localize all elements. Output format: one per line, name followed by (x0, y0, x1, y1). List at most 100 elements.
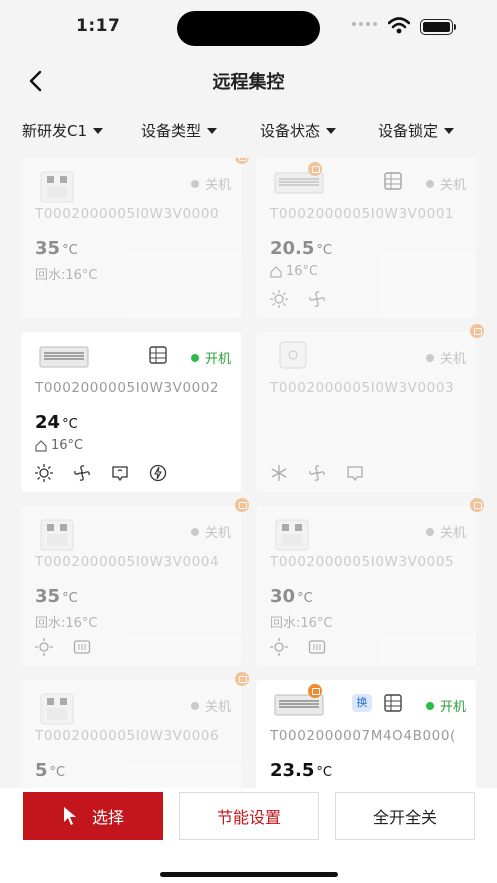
select-button[interactable]: 选择 (23, 792, 163, 840)
ac-unit-icon (39, 346, 89, 368)
fan-mode-icon[interactable] (73, 464, 91, 482)
device-id: T0002000007M4O4B000( (270, 728, 456, 744)
return-water-temp: 回水:16°C (35, 616, 98, 631)
device-id: T0002000005I0W3V0003 (270, 380, 455, 396)
status-bar: 1:17 (0, 0, 497, 56)
energy-settings-button[interactable]: 节能设置 (179, 792, 319, 840)
device-id: T0002000005I0W3V0002 (35, 380, 220, 396)
lock-badge-icon (235, 498, 249, 512)
device-id: T0002000005I0W3V0005 (270, 554, 455, 570)
device-temperature: 30 °C (270, 586, 313, 607)
device-id: T0002000005I0W3V0004 (35, 554, 220, 570)
filter-device-status[interactable]: 设备状态 (260, 120, 337, 141)
device-card[interactable]: 关机 T0002000005I0W3V0005 30 °C 回水:16°C (256, 498, 484, 666)
nav-bar: 远程集控 (0, 56, 497, 106)
device-temperature: 35 °C (35, 238, 78, 259)
filter-device-type[interactable]: 设备类型 (141, 120, 218, 141)
device-card[interactable]: 关机 T0002000005I0W3V0001 20.5 °C 16°C (256, 158, 476, 318)
heat-pump-icon (40, 171, 74, 203)
lock-badge-icon (470, 324, 484, 338)
wifi-icon (388, 17, 410, 34)
filter-label: 设备状态 (260, 122, 321, 140)
select-label: 选择 (91, 808, 124, 827)
filter-project[interactable]: 新研发C1 (22, 120, 104, 141)
home-icon (270, 265, 282, 278)
filter-label: 设备类型 (141, 122, 202, 140)
eco-mode-icon[interactable] (149, 464, 167, 482)
thermostat-icon (279, 341, 307, 369)
fan-mode-icon (308, 290, 326, 308)
device-card[interactable]: 关机 T0002000005I0W3V0003 (256, 324, 484, 492)
mode-icons (35, 638, 91, 656)
device-temperature: 20.5 °C (270, 238, 332, 259)
device-id: T0002000005I0W3V0001 (270, 206, 455, 222)
device-card[interactable]: 关机 T0002000005I0W3V0004 35 °C 回水:16°C (21, 498, 249, 666)
battery-tip (454, 24, 456, 30)
device-id: T0002000005I0W3V0006 (35, 728, 220, 744)
caret-down-icon (444, 127, 455, 134)
lock-badge-icon (308, 684, 322, 698)
schedule-grid-icon (149, 346, 167, 364)
device-grid: 关机 T0002000005I0W3V0000 35 °C 回水:16°C 关机 … (0, 158, 497, 790)
heat-mode-icon[interactable] (35, 464, 53, 482)
cursor-arrow-icon (63, 807, 76, 825)
fan-mode-icon (308, 464, 326, 482)
lock-badge-icon (470, 498, 484, 512)
caret-down-icon (207, 127, 218, 134)
indoor-temp: 16°C (35, 438, 83, 453)
dynamic-island (177, 11, 320, 46)
schedule-grid-icon (384, 694, 402, 712)
status-badge: 开机 (190, 348, 231, 367)
mode-icons (270, 464, 364, 482)
status-badge: 关机 (190, 174, 231, 193)
status-time: 1:17 (76, 16, 121, 36)
battery-icon (420, 19, 453, 35)
schedule-grid-icon (384, 172, 402, 190)
status-badge: 关机 (190, 696, 231, 715)
device-card[interactable]: 开机 T0002000005I0W3V0002 24 °C 16°C (21, 332, 241, 492)
energy-settings-label: 节能设置 (216, 808, 281, 827)
lock-badge-icon (235, 672, 249, 686)
heat-mode-icon (270, 638, 288, 656)
radiator-icon (73, 638, 91, 656)
status-badge: 开机 (425, 696, 466, 715)
status-badge: 关机 (425, 522, 466, 541)
device-card[interactable]: 关机 T0002000005I0W3V0006 5 °C (21, 672, 249, 790)
mode-icons (35, 464, 167, 482)
heat-mode-icon (270, 290, 288, 308)
all-on-off-label: 全开全关 (372, 808, 437, 827)
home-indicator (160, 872, 338, 877)
status-badge: 关机 (190, 522, 231, 541)
heat-pump-icon (40, 519, 74, 551)
mode-icons (270, 638, 326, 656)
page-title: 远程集控 (212, 72, 285, 93)
dry-mode-icon[interactable] (111, 464, 129, 482)
bottom-action-bar: 选择 节能设置 全开全关 (0, 788, 497, 883)
radiator-icon (308, 638, 326, 656)
status-badge: 关机 (425, 174, 466, 193)
cool-mode-icon (270, 464, 288, 482)
device-id: T0002000005I0W3V0000 (35, 206, 220, 222)
status-badge: 关机 (425, 348, 466, 367)
return-water-temp: 回水:16°C (270, 616, 333, 631)
indoor-temp: 16°C (270, 264, 318, 279)
device-temperature: 35 °C (35, 586, 78, 607)
signal-icon (352, 22, 377, 26)
heat-pump-icon (275, 519, 309, 551)
lock-badge-icon (308, 162, 322, 176)
filter-label: 设备锁定 (378, 122, 439, 140)
device-card[interactable]: 关机 T0002000005I0W3V0000 35 °C 回水:16°C (21, 158, 249, 318)
heat-pump-icon (40, 693, 74, 725)
lock-badge-icon (235, 158, 249, 164)
device-temperature: 23.5 °C (270, 760, 332, 781)
device-card[interactable]: 换 开机 T0002000007M4O4B000( 23.5 °C (256, 680, 476, 790)
heat-mode-icon (35, 638, 53, 656)
device-temperature: 24 °C (35, 412, 78, 433)
caret-down-icon (93, 127, 104, 134)
filter-device-lock[interactable]: 设备锁定 (378, 120, 455, 141)
return-water-temp: 回水:16°C (35, 268, 98, 283)
all-on-off-button[interactable]: 全开全关 (335, 792, 475, 840)
filter-bar: 新研发C1 设备类型 设备状态 设备锁定 (0, 112, 497, 148)
caret-down-icon (326, 127, 337, 134)
filter-label: 新研发C1 (22, 122, 88, 140)
